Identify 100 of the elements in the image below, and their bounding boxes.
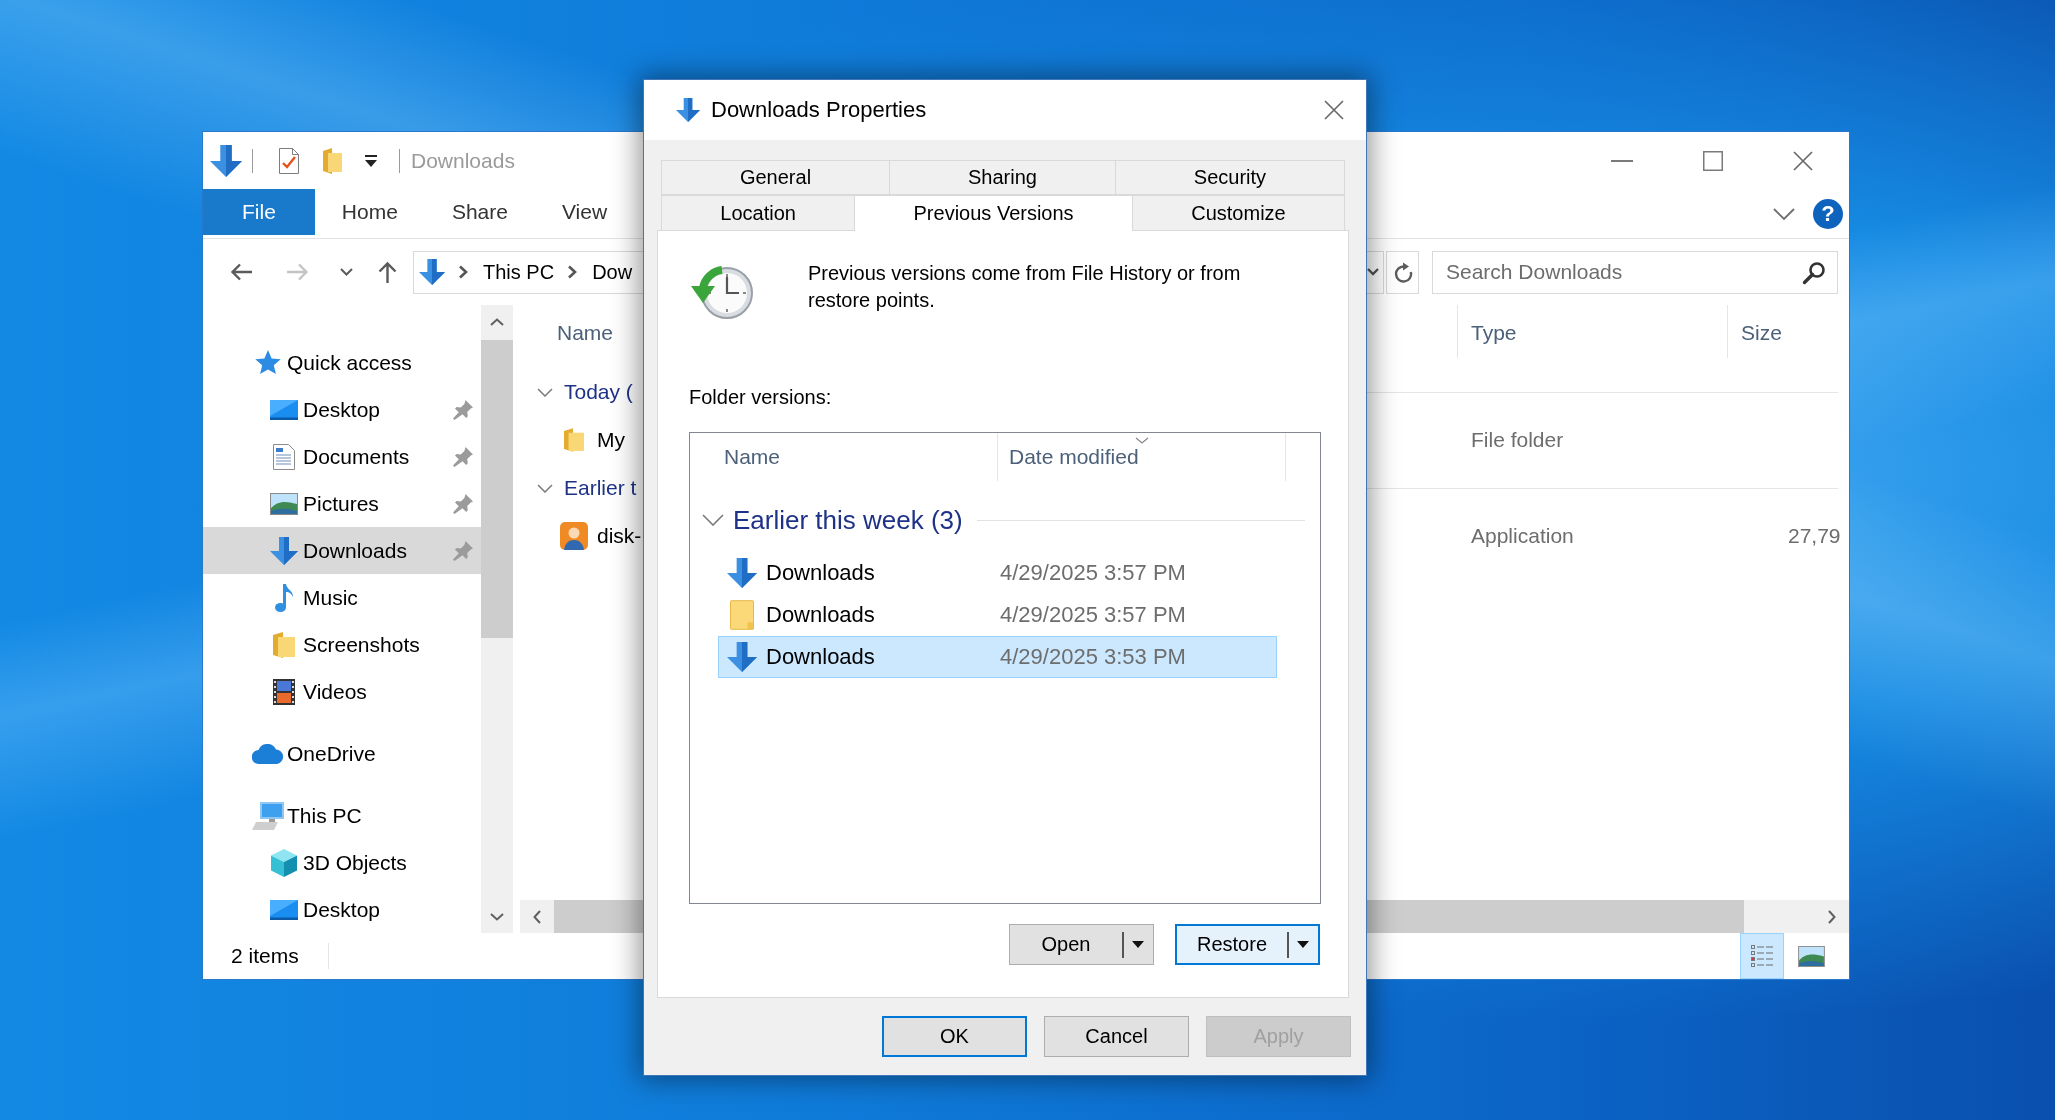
file-size: 27,79 xyxy=(1788,524,1841,547)
tab[interactable]: Customize xyxy=(1131,195,1345,230)
column-header[interactable]: Date modified xyxy=(1009,445,1139,469)
chevron-down-icon[interactable] xyxy=(537,387,553,397)
split-button[interactable]: Open xyxy=(1009,924,1154,965)
chevron-up-icon[interactable] xyxy=(490,317,504,326)
file-name[interactable]: disk- xyxy=(597,524,642,548)
nav-item[interactable]: 3D Objects xyxy=(203,839,481,886)
tab[interactable]: General xyxy=(661,160,891,195)
breadcrumb[interactable]: Dow xyxy=(592,260,633,284)
close-icon[interactable] xyxy=(1324,100,1344,120)
document-check-icon[interactable] xyxy=(279,147,299,174)
folder-icon xyxy=(730,600,754,630)
chevron-right-icon[interactable] xyxy=(458,265,468,279)
group-header[interactable]: Earlier this week (3) xyxy=(702,504,963,536)
chevron-down-icon[interactable] xyxy=(1773,207,1795,220)
cube-icon xyxy=(270,848,298,877)
scrollbar-thumb[interactable] xyxy=(481,340,513,638)
split-button[interactable]: Restore xyxy=(1175,924,1320,965)
version-row[interactable]: Downloads 4/29/2025 3:57 PM xyxy=(718,552,1277,594)
nav-item[interactable]: Quick access xyxy=(203,339,481,386)
download-arrow-icon xyxy=(270,536,298,565)
file-type: File folder xyxy=(1471,428,1564,451)
version-date: 4/29/2025 3:57 PM xyxy=(1000,560,1186,586)
help-button[interactable]: ? xyxy=(1813,198,1843,229)
nav-item[interactable]: Downloads xyxy=(203,527,481,574)
search-icon[interactable] xyxy=(1802,260,1826,285)
download-arrow-icon xyxy=(419,259,445,285)
file-name[interactable]: My xyxy=(597,428,625,452)
cloud-icon xyxy=(252,743,284,764)
maximize-icon[interactable] xyxy=(1703,150,1723,171)
ribbon-tab[interactable]: Share xyxy=(424,189,535,235)
chevron-right-icon[interactable] xyxy=(567,265,578,279)
tab[interactable]: Previous Versions xyxy=(854,195,1133,231)
download-arrow-icon xyxy=(676,98,700,122)
minimize-icon[interactable] xyxy=(1611,159,1633,162)
dropdown-icon[interactable] xyxy=(365,154,377,167)
refresh-button[interactable] xyxy=(1386,250,1419,294)
tab[interactable]: Sharing xyxy=(889,160,1116,195)
search-field[interactable]: Search Downloads xyxy=(1432,250,1838,294)
version-row[interactable]: Downloads 4/29/2025 3:57 PM xyxy=(718,594,1277,636)
nav-item[interactable]: This PC xyxy=(203,792,481,839)
vertical-scrollbar[interactable] xyxy=(481,305,513,933)
group-header[interactable]: Earlier t xyxy=(537,476,637,500)
chevron-down-icon[interactable] xyxy=(340,268,353,276)
version-name: Downloads xyxy=(766,602,875,627)
chevron-down-icon[interactable] xyxy=(537,483,553,493)
landscape-picture-icon xyxy=(270,492,298,515)
group-header[interactable]: Today ( xyxy=(537,380,633,404)
avatar-tile-icon xyxy=(560,522,588,550)
chevron-right-icon[interactable] xyxy=(1828,909,1836,924)
column-header[interactable]: Name xyxy=(557,321,614,344)
up-arrow-icon[interactable] xyxy=(378,261,397,283)
film-strip-icon xyxy=(273,678,295,705)
pin-icon[interactable] xyxy=(453,399,473,420)
nav-item[interactable]: Videos xyxy=(203,668,481,715)
download-arrow-icon xyxy=(727,642,757,672)
nav-item[interactable]: Music xyxy=(203,574,481,621)
chevron-down-icon[interactable] xyxy=(1367,268,1379,276)
music-note-icon xyxy=(275,583,293,612)
pin-icon[interactable] xyxy=(453,446,473,467)
breadcrumb[interactable]: This PC xyxy=(483,260,555,284)
nav-item[interactable]: Screenshots xyxy=(203,621,481,668)
version-date: 4/29/2025 3:53 PM xyxy=(1000,644,1186,670)
nav-item[interactable]: Desktop xyxy=(203,386,481,433)
chevron-down-icon[interactable] xyxy=(702,514,724,526)
ribbon-tab[interactable]: Home xyxy=(314,189,425,235)
nav-item[interactable]: Pictures xyxy=(203,480,481,527)
ribbon-tab[interactable]: View xyxy=(534,189,635,235)
version-row[interactable]: Downloads 4/29/2025 3:53 PM xyxy=(718,636,1277,678)
tab[interactable]: Security xyxy=(1114,160,1345,195)
folder-icon xyxy=(273,631,295,658)
refresh-icon[interactable] xyxy=(1392,261,1413,283)
back-arrow-icon[interactable] xyxy=(230,263,252,281)
close-icon[interactable] xyxy=(1793,150,1813,171)
nav-item[interactable]: OneDrive xyxy=(203,730,481,777)
chevron-down-icon[interactable] xyxy=(490,912,504,921)
column-header[interactable]: Type xyxy=(1471,321,1517,344)
dialog-button[interactable]: Cancel xyxy=(1044,1016,1189,1057)
versions-list[interactable]: Name Date modified Earlier this week (3) Downloads 4/29/2025 3:57 PM Downloads 4/29/2025 3:57 PM Downloads 4/29/2025 3:53 PM xyxy=(689,432,1321,904)
pin-icon[interactable] xyxy=(453,493,473,514)
download-arrow-icon xyxy=(210,144,242,177)
desktop-icon xyxy=(270,399,298,420)
dialog-title: Downloads Properties xyxy=(711,97,927,123)
dropdown-arrow-icon[interactable] xyxy=(1132,941,1144,948)
info-text: Previous versions come from File History or from restore points. xyxy=(808,261,1242,313)
landscape-picture-icon xyxy=(1797,945,1825,967)
nav-item[interactable]: Desktop xyxy=(203,886,481,933)
item-count: 2 items xyxy=(231,944,299,968)
star-icon xyxy=(255,349,281,376)
tab[interactable]: Location xyxy=(661,195,856,230)
file-type: Application xyxy=(1471,524,1574,547)
dialog-button[interactable]: OK xyxy=(882,1016,1027,1057)
nav-item[interactable]: Documents xyxy=(203,433,481,480)
chevron-left-icon[interactable] xyxy=(533,909,541,924)
file-menu-button[interactable]: File xyxy=(203,189,315,235)
dropdown-arrow-icon[interactable] xyxy=(1297,941,1309,948)
details-view-button[interactable] xyxy=(1740,933,1784,979)
column-header[interactable]: Name xyxy=(724,445,781,469)
column-header[interactable]: Size xyxy=(1741,321,1782,344)
